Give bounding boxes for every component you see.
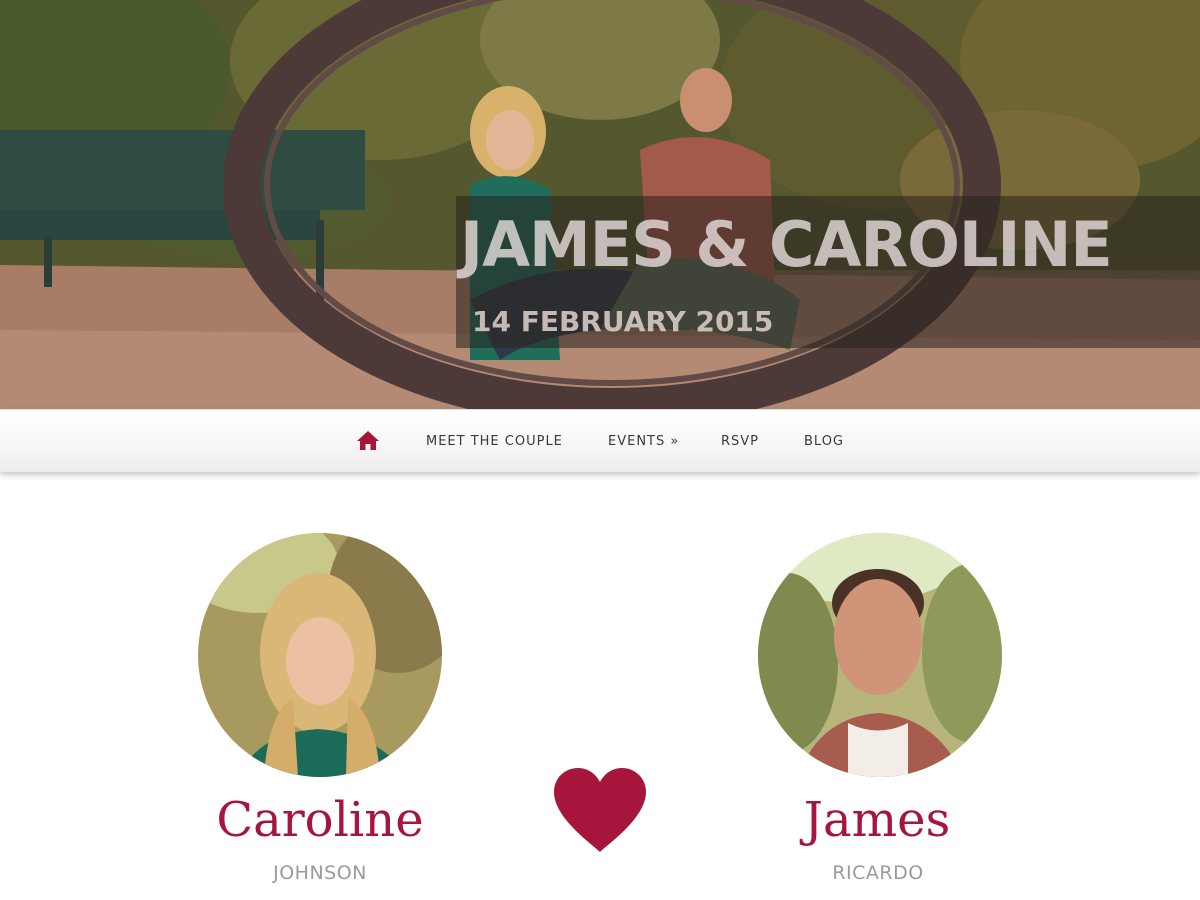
- main-navigation: MEET THE COUPLE EVENTS » RSVP BLOG: [0, 409, 1200, 472]
- bride-first-name: Caroline: [216, 792, 424, 848]
- bride-portrait: [198, 533, 442, 777]
- groom-portrait: [758, 533, 1002, 777]
- wedding-date: 14 FEBRUARY 2015: [472, 305, 774, 338]
- bride-photo: [198, 533, 442, 777]
- nav-item-rsvp[interactable]: RSVP: [721, 434, 759, 450]
- nav-item-meet-the-couple[interactable]: MEET THE COUPLE: [426, 434, 563, 450]
- bride-last-name: JOHNSON: [273, 862, 367, 884]
- hero-banner-photo: JAMES & CAROLINE 14 FEBRUARY 2015: [0, 0, 1200, 409]
- home-icon: [357, 431, 379, 450]
- groom-photo: [758, 533, 1002, 777]
- groom-last-name: RICARDO: [832, 862, 924, 884]
- nav-item-blog[interactable]: BLOG: [804, 434, 844, 450]
- nav-home-link[interactable]: [356, 429, 380, 453]
- heart-icon: [554, 768, 646, 852]
- groom-first-name: James: [803, 792, 951, 848]
- hero-title: JAMES & CAROLINE: [460, 208, 1113, 281]
- nav-item-events[interactable]: EVENTS »: [608, 434, 679, 450]
